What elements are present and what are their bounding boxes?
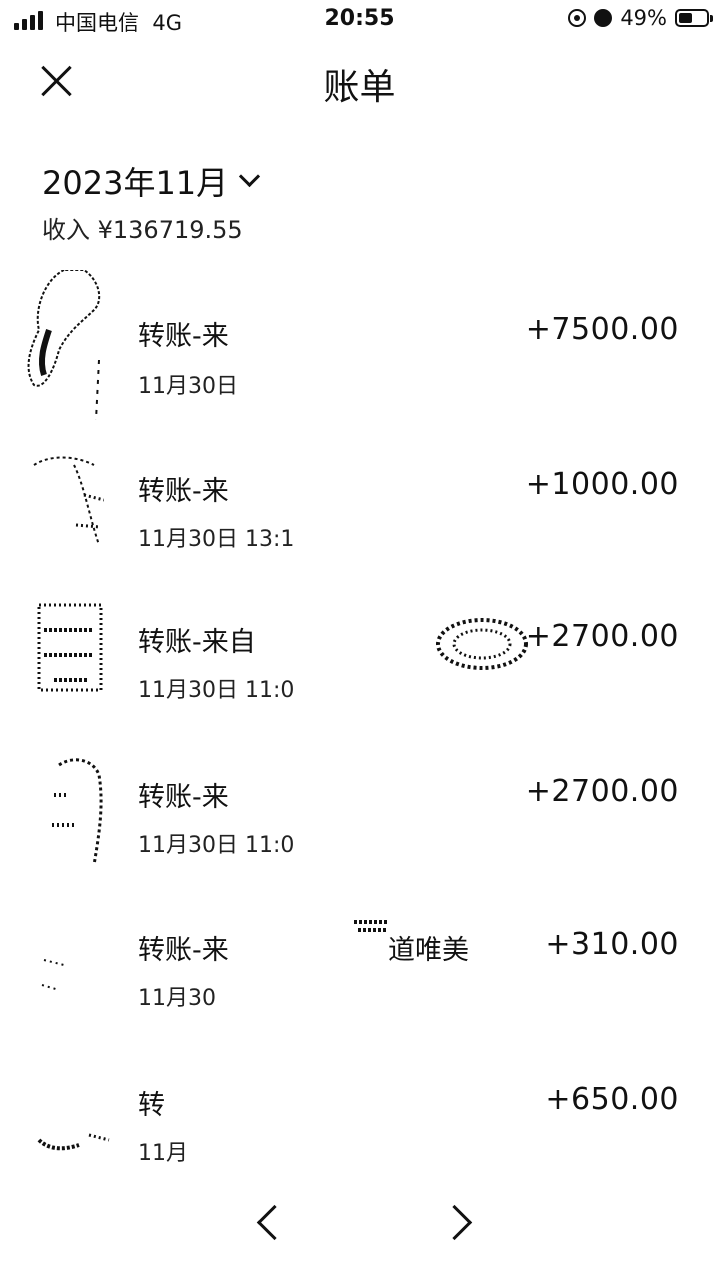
transaction-desc: 转 <box>138 1090 165 1121</box>
transaction-desc: 转账-来 <box>138 935 229 966</box>
month-selector[interactable]: 2023年11月 <box>42 158 261 204</box>
income-total: 收入 ¥136719.55 <box>42 216 243 244</box>
avatar <box>14 455 104 555</box>
transaction-time: 11月30日 11:0 <box>138 678 295 703</box>
transaction-desc: 转账-来 <box>138 321 229 352</box>
battery-percent: 49% <box>620 6 667 30</box>
transaction-row[interactable]: 转账-来 道唯美 11月30 +310.00 <box>0 910 719 1030</box>
transaction-amount: +2700.00 <box>525 619 679 654</box>
transaction-row[interactable]: 转账-来 11月30日 11:0 +2700.00 <box>0 755 719 875</box>
transaction-time: 11月30日 11:0 <box>138 833 295 858</box>
prev-page-button[interactable] <box>254 1202 293 1242</box>
transaction-desc-suffix: 道唯美 <box>388 935 469 966</box>
transaction-time: 11月 <box>138 1141 188 1166</box>
page-title: 账单 <box>323 67 396 108</box>
transaction-amount: +1000.00 <box>525 467 679 502</box>
orientation-lock-icon <box>568 9 587 27</box>
chevron-down-icon <box>239 165 261 187</box>
transaction-time: 11月30 <box>138 986 216 1011</box>
battery-icon <box>675 9 713 27</box>
status-bar: 中国电信 4G 20:55 49% <box>0 0 719 40</box>
transaction-desc: 转账-来 <box>138 476 229 507</box>
next-page-button[interactable] <box>436 1202 473 1242</box>
redaction-blot <box>354 920 388 932</box>
transaction-row[interactable]: 转账-来 11月30日 +7500.00 <box>0 270 719 420</box>
transaction-desc: 转账-来自 <box>138 627 256 658</box>
month-label: 2023年11月 <box>42 164 229 202</box>
redaction-blot <box>436 618 528 670</box>
alarm-icon <box>594 9 613 27</box>
transaction-time: 11月30日 13:1 <box>138 527 295 552</box>
avatar <box>44 755 134 875</box>
chevron-right-icon <box>436 1204 473 1241</box>
transaction-row[interactable]: 转 11月 +650.00 <box>0 1065 719 1185</box>
avatar <box>24 270 114 420</box>
avatar <box>34 1125 124 1185</box>
chevron-left-icon <box>256 1204 293 1241</box>
transaction-amount: +2700.00 <box>525 774 679 809</box>
transaction-amount: +310.00 <box>545 927 679 962</box>
transaction-amount: +7500.00 <box>525 312 679 347</box>
avatar <box>34 600 124 700</box>
avatar <box>34 950 124 1010</box>
transaction-row[interactable]: 转账-来自 11月30日 11:0 +2700.00 <box>0 600 719 720</box>
transaction-time: 11月30日 <box>138 374 238 399</box>
transaction-row[interactable]: 转账-来 11月30日 13:1 +1000.00 <box>0 455 719 575</box>
transaction-desc: 转账-来 <box>138 782 229 813</box>
battery-fill <box>679 13 692 23</box>
transaction-amount: +650.00 <box>545 1082 679 1117</box>
